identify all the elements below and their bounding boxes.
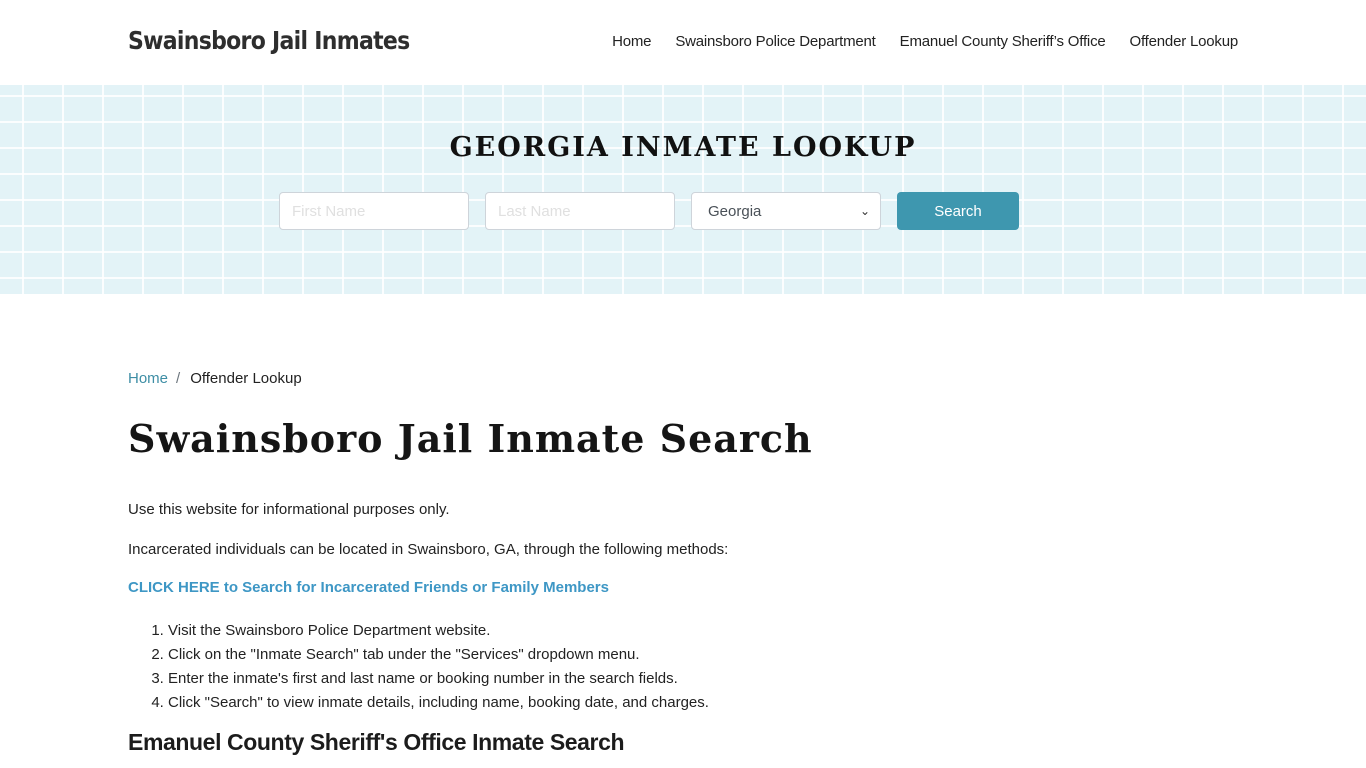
list-item: Enter the inmate's first and last name o…: [168, 667, 709, 691]
site-header: Swainsboro Jail Inmates Home Swainsboro …: [0, 0, 1366, 85]
hero-title: GEORGIA INMATE LOOKUP: [449, 132, 917, 163]
breadcrumb: Home / Offender Lookup: [128, 360, 1238, 396]
inmate-lookup-hero: GEORGIA INMATE LOOKUP Georgia ⌄ Search: [0, 85, 1366, 294]
nav-offender-lookup[interactable]: Offender Lookup: [1130, 33, 1239, 50]
intro-text: Incarcerated individuals can be located …: [128, 541, 729, 558]
nav-home[interactable]: Home: [612, 33, 651, 50]
steps-list: Visit the Swainsboro Police Department w…: [168, 619, 709, 715]
main-content: Home / Offender Lookup Swainsboro Jail I…: [128, 360, 1238, 756]
search-incarcerated-cta-link[interactable]: CLICK HERE to Search for Incarcerated Fr…: [128, 579, 609, 596]
state-select[interactable]: Georgia ⌄: [691, 192, 881, 230]
disclaimer-text: Use this website for informational purpo…: [128, 501, 450, 518]
main-nav: Home Swainsboro Police Department Emanue…: [588, 33, 1238, 50]
nav-emanuel-county-sheriffs-office[interactable]: Emanuel County Sheriff’s Office: [900, 33, 1106, 50]
list-item: Visit the Swainsboro Police Department w…: [168, 619, 709, 643]
breadcrumb-current: Offender Lookup: [190, 369, 302, 387]
section-heading-sheriff: Emanuel County Sheriff's Office Inmate S…: [128, 729, 625, 755]
list-item: Click "Search" to view inmate details, i…: [168, 691, 709, 715]
breadcrumb-separator: /: [176, 369, 181, 387]
state-select-value: Georgia: [708, 202, 762, 220]
last-name-input[interactable]: [485, 192, 675, 230]
first-name-input[interactable]: [279, 192, 469, 230]
search-button[interactable]: Search: [897, 192, 1019, 230]
nav-swainsboro-police-department[interactable]: Swainsboro Police Department: [675, 33, 876, 50]
list-item: Click on the "Inmate Search" tab under t…: [168, 643, 709, 667]
chevron-down-icon: ⌄: [859, 204, 870, 218]
breadcrumb-home-link[interactable]: Home: [128, 370, 168, 387]
site-brand-link[interactable]: Swainsboro Jail Inmates: [128, 26, 410, 55]
page-title: Swainsboro Jail Inmate Search: [128, 416, 813, 461]
